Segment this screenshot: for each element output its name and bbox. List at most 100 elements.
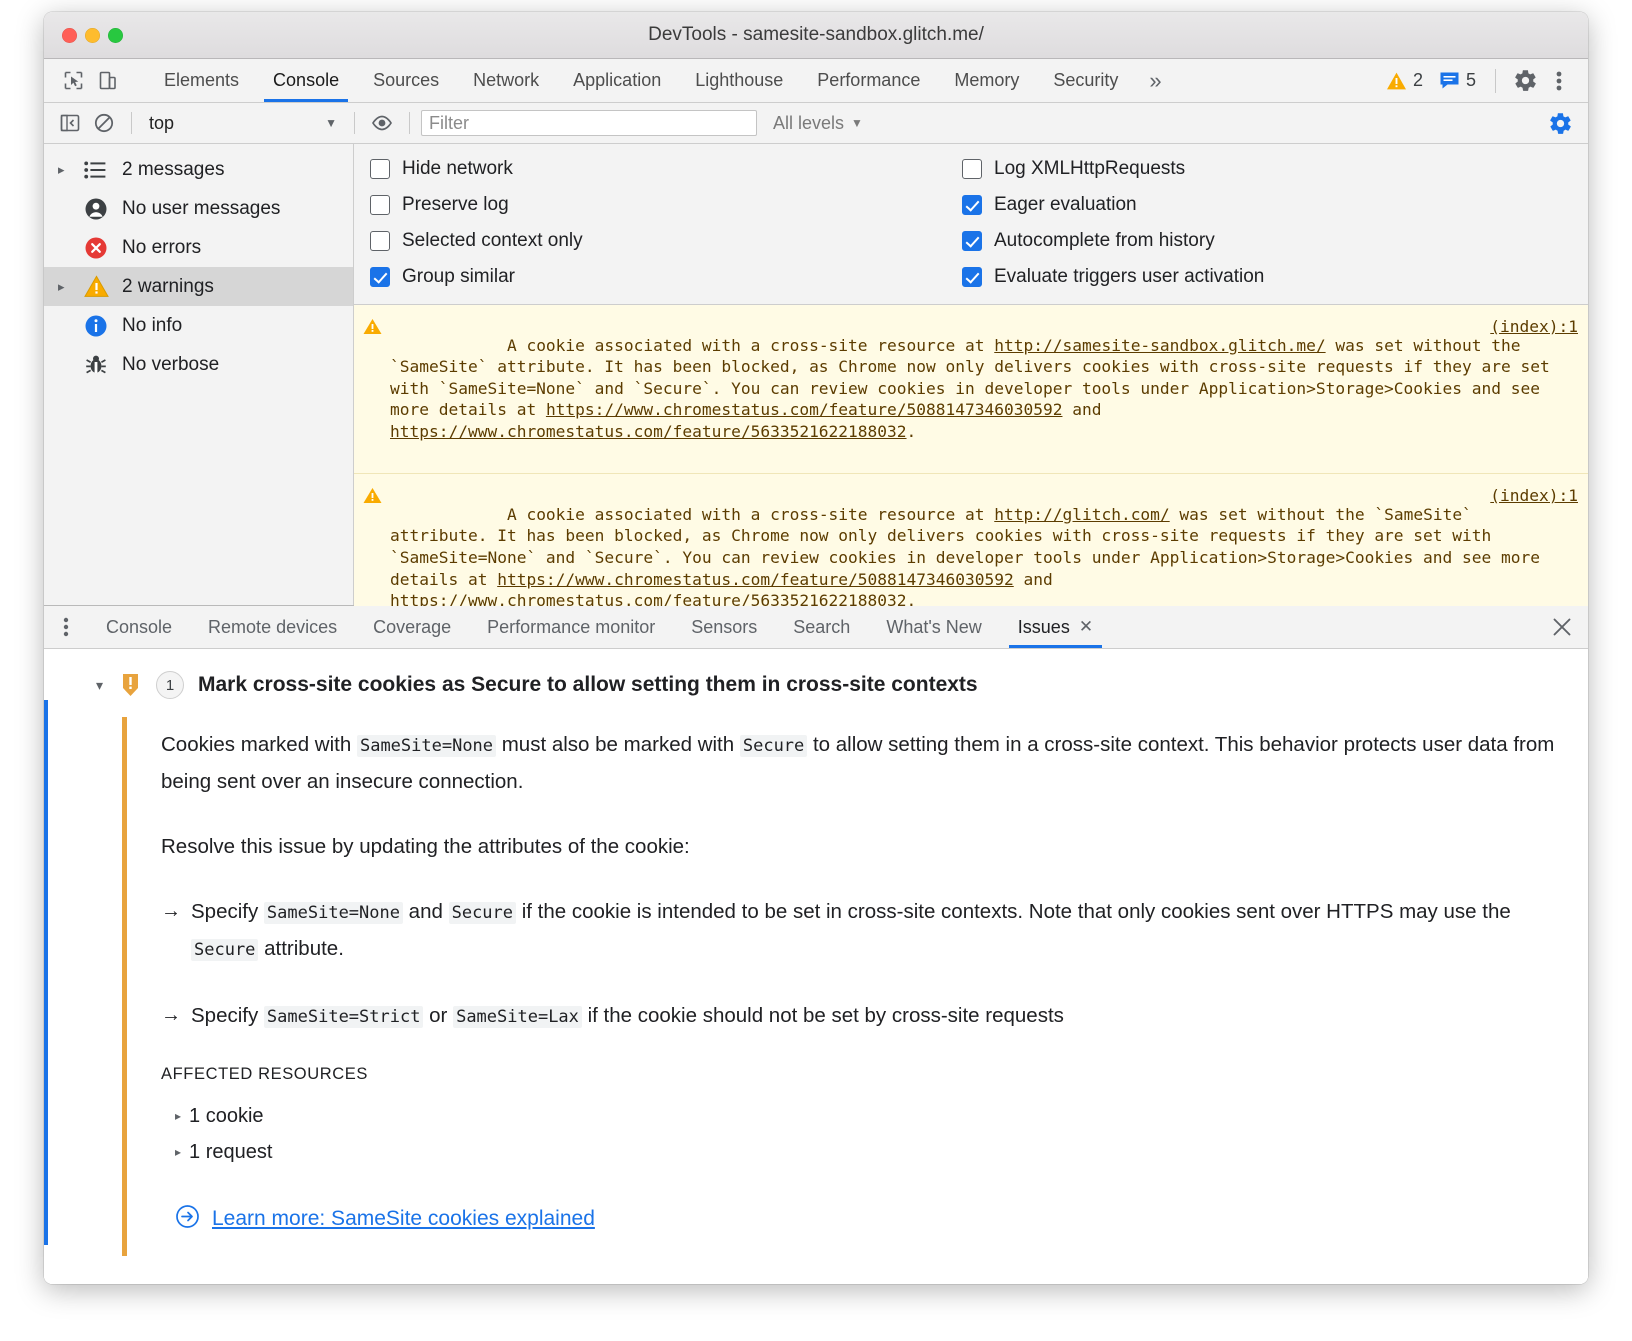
inline-code-secure: Secure xyxy=(191,939,258,961)
drawer-tab-performance-monitor[interactable]: Performance monitor xyxy=(469,606,673,648)
msg-link-url[interactable]: https://www.chromestatus.com/feature/563… xyxy=(390,422,907,441)
zoom-window-button[interactable] xyxy=(108,28,123,43)
devtools-drawer: Console Remote devices Coverage Performa… xyxy=(44,605,1588,1284)
device-toolbar-icon[interactable] xyxy=(92,66,122,96)
toggle-console-sidebar-icon[interactable] xyxy=(54,108,86,138)
tab-elements[interactable]: Elements xyxy=(147,59,256,102)
log-level-label: All levels xyxy=(773,113,844,134)
console-filter-input[interactable] xyxy=(421,110,757,136)
close-window-button[interactable] xyxy=(62,28,77,43)
learn-more-row[interactable]: Learn more: SameSite cookies explained xyxy=(161,1204,1588,1234)
minimize-window-button[interactable] xyxy=(85,28,100,43)
warning-counter[interactable]: 2 xyxy=(1381,70,1428,91)
tab-network[interactable]: Network xyxy=(456,59,556,102)
drawer-tab-whats-new[interactable]: What's New xyxy=(868,606,999,648)
drawer-tab-coverage[interactable]: Coverage xyxy=(355,606,469,648)
settings-gear-icon[interactable] xyxy=(1510,66,1540,96)
more-options-kebab-icon[interactable] xyxy=(1544,66,1574,96)
tab-memory[interactable]: Memory xyxy=(937,59,1036,102)
setting-selected-context-only-label: Selected context only xyxy=(402,230,583,252)
drawer-tab-search[interactable]: Search xyxy=(775,606,868,648)
expand-arrow-icon[interactable]: ▸ xyxy=(58,279,84,295)
console-toolbar-divider-2 xyxy=(354,112,355,134)
checkbox-checked-icon[interactable] xyxy=(962,231,982,251)
tab-lighthouse[interactable]: Lighthouse xyxy=(678,59,800,102)
tab-security-label: Security xyxy=(1053,70,1118,91)
setting-evaluate-triggers-user-activation[interactable]: Evaluate triggers user activation xyxy=(962,266,1264,288)
sidebar-item-errors[interactable]: No errors xyxy=(44,228,353,267)
message-count: 5 xyxy=(1466,70,1476,91)
sidebar-item-messages-label: 2 messages xyxy=(122,159,224,181)
screenshot-root: DevTools - samesite-sandbox.glitch.me/ xyxy=(0,0,1632,1341)
setting-autocomplete-from-history[interactable]: Autocomplete from history xyxy=(962,230,1264,252)
checkbox-checked-icon[interactable] xyxy=(962,267,982,287)
setting-group-similar[interactable]: Group similar xyxy=(370,266,944,288)
console-toolbar: top ▼ All levels ▼ xyxy=(44,103,1588,144)
sidebar-item-info[interactable]: No info xyxy=(44,306,353,345)
checkbox-unchecked-icon[interactable] xyxy=(370,159,390,179)
drawer-tab-search-label: Search xyxy=(793,617,850,638)
setting-log-xmlhttprequests[interactable]: Log XMLHttpRequests xyxy=(962,158,1264,180)
drawer-tab-issues[interactable]: Issues ✕ xyxy=(1000,606,1111,648)
setting-selected-context-only[interactable]: Selected context only xyxy=(370,230,944,252)
checkbox-unchecked-icon[interactable] xyxy=(370,195,390,215)
issue-text-fragment: Cookies marked with xyxy=(161,733,357,756)
console-message-row[interactable]: A cookie associated with a cross-site re… xyxy=(354,305,1588,474)
checkbox-unchecked-icon[interactable] xyxy=(370,231,390,251)
execution-context-selector[interactable]: top ▼ xyxy=(143,110,343,136)
sidebar-item-user-messages-label: No user messages xyxy=(122,198,280,220)
msg-link-url[interactable]: https://www.chromestatus.com/feature/508… xyxy=(546,400,1063,419)
expand-arrow-icon[interactable]: ▸ xyxy=(175,1109,181,1123)
close-drawer-button[interactable] xyxy=(1536,606,1588,648)
checkbox-unchecked-icon[interactable] xyxy=(962,159,982,179)
drawer-more-options-icon[interactable] xyxy=(44,606,88,648)
setting-hide-network[interactable]: Hide network xyxy=(370,158,944,180)
sidebar-item-warnings[interactable]: ▸ 2 warnings xyxy=(44,267,353,306)
console-settings-gear-icon[interactable] xyxy=(1544,108,1576,138)
msg-link-url[interactable]: http://samesite-sandbox.glitch.me/ xyxy=(994,336,1325,355)
sidebar-item-user-messages[interactable]: No user messages xyxy=(44,189,353,228)
sidebar-item-messages[interactable]: ▸ 2 messages xyxy=(44,150,353,189)
console-message-source-link[interactable]: (index):1 xyxy=(1490,317,1578,336)
affected-resource-request-label: 1 request xyxy=(189,1141,272,1164)
drawer-tab-remote-devices[interactable]: Remote devices xyxy=(190,606,355,648)
checkbox-checked-icon[interactable] xyxy=(962,195,982,215)
issue-text-fragment: Specify xyxy=(191,1004,264,1027)
clear-console-icon[interactable] xyxy=(88,108,120,138)
close-icon[interactable]: ✕ xyxy=(1079,617,1093,637)
collapse-arrow-icon[interactable]: ▾ xyxy=(96,677,122,694)
checkbox-checked-icon[interactable] xyxy=(370,267,390,287)
affected-resource-request[interactable]: ▸ 1 request xyxy=(161,1134,1588,1170)
tab-console[interactable]: Console xyxy=(256,59,356,102)
tab-performance[interactable]: Performance xyxy=(800,59,937,102)
affected-resource-cookie[interactable]: ▸ 1 cookie xyxy=(161,1098,1588,1134)
msg-link-url[interactable]: https://www.chromestatus.com/feature/508… xyxy=(497,570,1014,589)
warning-triangle-icon xyxy=(1386,71,1407,91)
tab-security[interactable]: Security xyxy=(1036,59,1135,102)
log-level-selector[interactable]: All levels ▼ xyxy=(773,113,863,134)
tab-sources[interactable]: Sources xyxy=(356,59,456,102)
sidebar-item-verbose[interactable]: No verbose xyxy=(44,345,353,384)
console-message-source-link[interactable]: (index):1 xyxy=(1490,486,1578,505)
inline-code-samesite-strict: SameSite=Strict xyxy=(264,1006,424,1028)
drawer-tab-performance-monitor-label: Performance monitor xyxy=(487,617,655,638)
drawer-tab-sensors[interactable]: Sensors xyxy=(673,606,775,648)
setting-preserve-log[interactable]: Preserve log xyxy=(370,194,944,216)
drawer-tab-remote-devices-label: Remote devices xyxy=(208,617,337,638)
learn-more-link[interactable]: Learn more: SameSite cookies explained xyxy=(212,1207,595,1231)
drawer-tab-console[interactable]: Console xyxy=(88,606,190,648)
more-tabs-button[interactable]: » xyxy=(1135,59,1175,102)
drawer-tab-coverage-label: Coverage xyxy=(373,617,451,638)
toolbar-right-divider xyxy=(1495,69,1496,93)
inspect-element-icon[interactable] xyxy=(58,66,88,96)
msg-link-url[interactable]: http://glitch.com/ xyxy=(994,505,1169,524)
expand-arrow-icon[interactable]: ▸ xyxy=(58,162,84,178)
expand-arrow-icon[interactable]: ▸ xyxy=(175,1145,181,1159)
inline-code-samesite-none: SameSite=None xyxy=(264,902,403,924)
live-expression-eye-icon[interactable] xyxy=(366,108,398,138)
tab-application[interactable]: Application xyxy=(556,59,678,102)
setting-eager-evaluation[interactable]: Eager evaluation xyxy=(962,194,1264,216)
issue-header[interactable]: ▾ 1 Mark cross-site cookies as Secure to… xyxy=(44,667,1588,703)
inline-code-samesite-none: SameSite=None xyxy=(357,735,496,757)
message-counter[interactable]: 5 xyxy=(1434,70,1481,91)
